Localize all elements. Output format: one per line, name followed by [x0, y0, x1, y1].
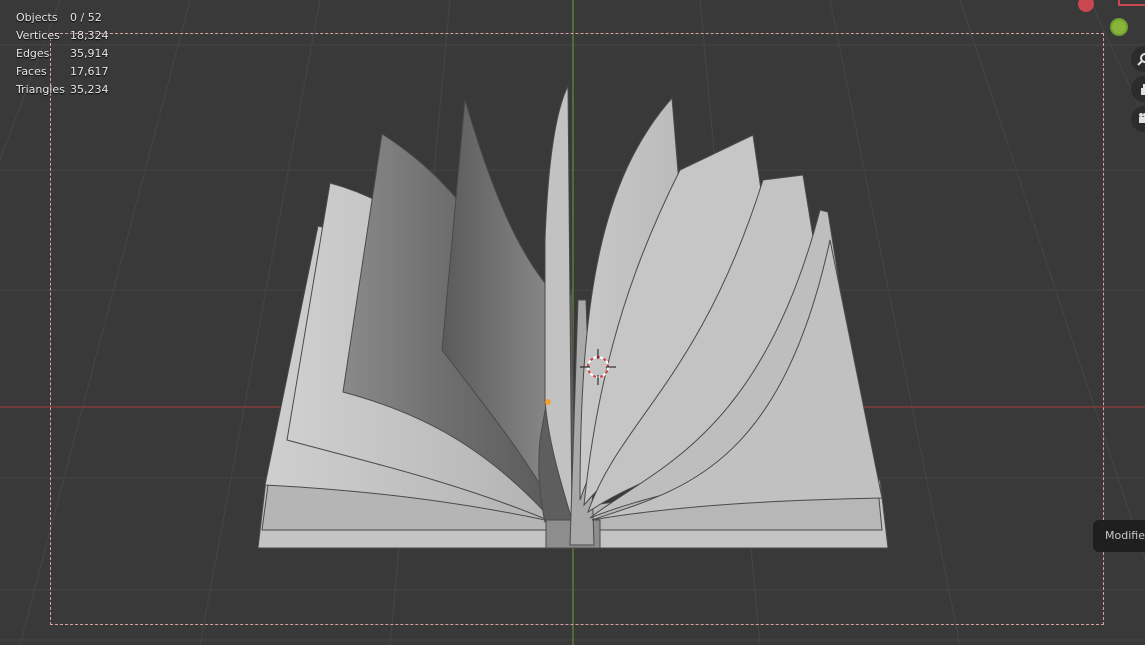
stat-value: 17,617: [70, 65, 109, 78]
stat-value: 35,234: [70, 83, 109, 96]
stat-faces: Faces 17,617: [16, 63, 109, 81]
stat-label: Faces: [16, 65, 47, 78]
stat-value: 35,914: [70, 47, 109, 60]
zoom-icon: [1137, 53, 1145, 66]
stat-value: 18,324: [70, 29, 109, 42]
stat-triangles: Triangles 35,234: [16, 81, 109, 99]
stat-value: 0 / 52: [70, 11, 102, 24]
gizmo-x-axis-line: [1118, 0, 1145, 6]
stat-label: Triangles: [16, 83, 65, 96]
stat-vertices: Vertices 18,324: [16, 27, 109, 45]
stat-edges: Edges 35,914: [16, 45, 109, 63]
viewport-scene: [0, 0, 1145, 645]
object-origin-dot: [545, 399, 551, 405]
stat-objects: Objects 0 / 52: [16, 9, 109, 27]
stat-label: Edges: [16, 47, 50, 60]
gizmo-y-axis-ball[interactable]: [1110, 18, 1128, 36]
camera-icon: [1139, 113, 1145, 123]
modifiers-tab[interactable]: Modifiers: [1093, 520, 1145, 552]
statistics-overlay: Objects 0 / 52 Vertices 18,324 Edges 35,…: [16, 9, 109, 99]
stat-label: Vertices: [16, 29, 60, 42]
hand-pan-icon: [1141, 84, 1145, 95]
3d-viewport[interactable]: Objects 0 / 52 Vertices 18,324 Edges 35,…: [0, 0, 1145, 645]
stat-label: Objects: [16, 11, 58, 24]
